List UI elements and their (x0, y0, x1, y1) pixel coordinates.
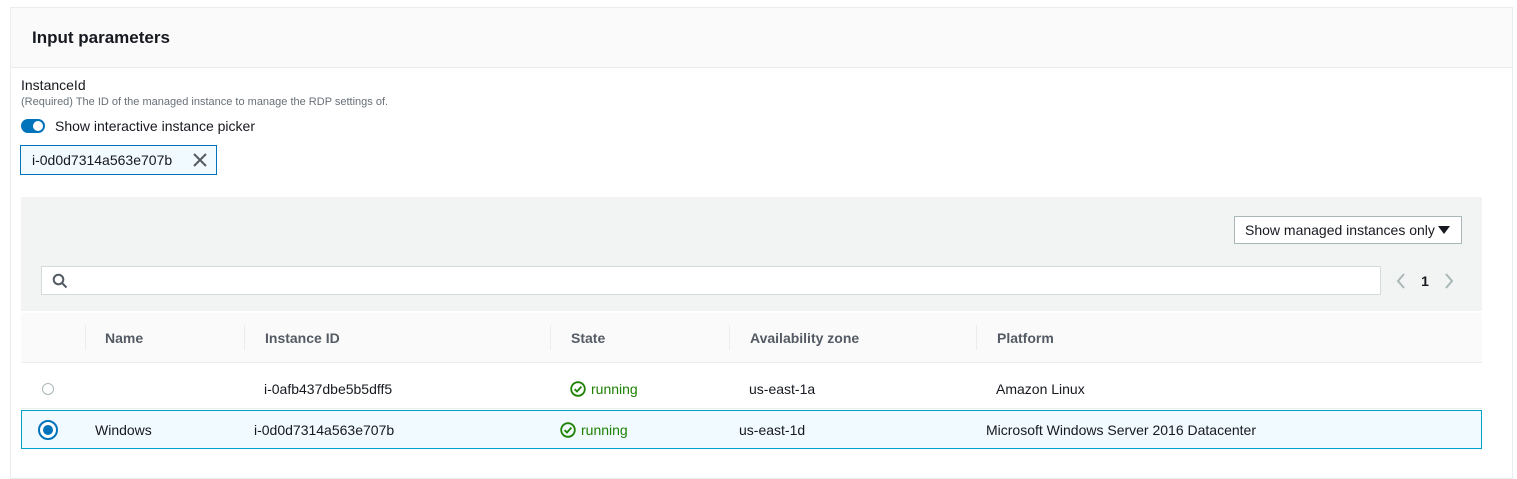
column-divider (729, 325, 730, 350)
instance-id-label: InstanceId (21, 77, 86, 93)
column-header-state[interactable]: State (571, 313, 605, 362)
cell-platform: Microsoft Windows Server 2016 Datacenter (986, 421, 1256, 438)
search-icon (52, 273, 68, 289)
instance-picker-toggle-row: Show interactive instance picker (21, 117, 255, 135)
managed-instances-filter-select[interactable]: Show managed instances only (1234, 216, 1462, 244)
table-row-selected[interactable]: Windows i-0d0d7314a563e707b running us-e… (21, 410, 1482, 449)
cell-instance-id: i-0d0d7314a563e707b (254, 421, 395, 438)
cell-availability-zone: us-east-1d (739, 421, 806, 438)
instance-id-description: (Required) The ID of the managed instanc… (21, 96, 389, 108)
column-header-availability-zone[interactable]: Availability zone (750, 313, 859, 362)
column-divider (550, 325, 551, 350)
column-header-name[interactable]: Name (105, 313, 143, 362)
panel-title: Input parameters (32, 28, 170, 47)
row-select-radio-checked[interactable] (38, 419, 58, 440)
token-label: i-0d0d7314a563e707b (32, 152, 173, 168)
cell-state: running (560, 411, 628, 448)
selected-instance-token: i-0d0d7314a563e707b (20, 145, 217, 175)
row-radio-cell (42, 370, 54, 408)
pagination: 1 (1391, 270, 1471, 292)
filter-select-label: Show managed instances only (1245, 222, 1435, 238)
row-select-radio[interactable] (42, 383, 54, 395)
state-label: running (591, 381, 638, 397)
search-input[interactable] (41, 266, 1381, 295)
instance-picker-toggle[interactable] (21, 119, 45, 133)
previous-page-button[interactable] (1391, 271, 1411, 291)
panel-header: Input parameters (11, 8, 1512, 68)
cell-name: Windows (95, 421, 152, 438)
chevron-right-icon (1445, 273, 1454, 289)
next-page-button[interactable] (1439, 271, 1459, 291)
row-radio-cell (38, 411, 58, 448)
table-header: Name Instance ID State Availability zone… (21, 313, 1482, 363)
status-success-icon (570, 381, 586, 397)
toggle-knob (33, 121, 43, 131)
status-success-icon (560, 421, 576, 438)
toggle-label: Show interactive instance picker (55, 118, 255, 134)
caret-down-icon (1438, 226, 1450, 234)
instance-picker: Show managed instances only 1 (21, 197, 1482, 311)
column-divider (85, 325, 86, 350)
state-label: running (581, 421, 628, 438)
column-divider (244, 325, 245, 350)
chevron-left-icon (1396, 273, 1405, 289)
column-divider (976, 325, 977, 350)
cell-availability-zone: us-east-1a (749, 381, 816, 397)
cell-platform: Amazon Linux (996, 381, 1085, 397)
table-row[interactable]: i-0afb437dbe5b5dff5 running us-east-1a A… (21, 370, 1482, 409)
cell-instance-id: i-0afb437dbe5b5dff5 (264, 381, 393, 397)
close-icon[interactable] (191, 151, 209, 169)
cell-state: running (570, 370, 638, 408)
current-page-number[interactable]: 1 (1411, 273, 1439, 289)
column-header-instance-id[interactable]: Instance ID (265, 313, 340, 362)
column-header-platform[interactable]: Platform (997, 313, 1054, 362)
